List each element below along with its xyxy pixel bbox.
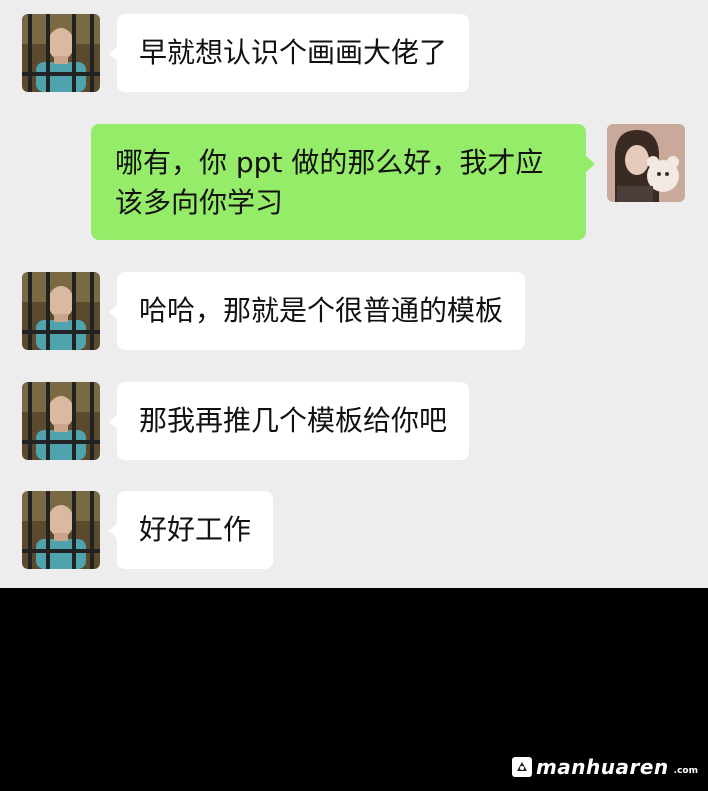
message-bubble-incoming[interactable]: 哈哈，那就是个很普通的模板	[117, 272, 526, 350]
prisoner-avatar[interactable]	[22, 382, 100, 460]
site-watermark: manhuaren .com	[511, 755, 698, 779]
message-bubble-outgoing[interactable]: 哪有，你 ppt 做的那么好，我才应该多向你学习	[91, 124, 586, 240]
message-text: 哪有，你 ppt 做的那么好，我才应该多向你学习	[115, 146, 544, 219]
prisoner-avatar[interactable]	[22, 14, 100, 92]
bubble-tail	[586, 156, 595, 172]
message-bubble-incoming[interactable]: 那我再推几个模板给你吧	[117, 382, 470, 460]
message-bubble-incoming[interactable]: 好好工作	[117, 491, 274, 569]
prisoner-avatar[interactable]	[22, 491, 100, 569]
girl-with-bear-avatar[interactable]	[607, 124, 685, 202]
message-bubble-incoming[interactable]: 早就想认识个画画大佬了	[117, 14, 470, 92]
message-text: 那我再推几个模板给你吧	[139, 404, 448, 437]
prisoner-avatar[interactable]	[22, 272, 100, 350]
message-text: 早就想认识个画画大佬了	[139, 36, 448, 69]
message-text: 好好工作	[139, 513, 252, 546]
message-text: 哈哈，那就是个很普通的模板	[139, 294, 504, 327]
watermark-logo-icon	[511, 757, 532, 777]
chat-area: 早就想认识个画画大佬了 哪有，你 ppt 做的那么好，我才应该多向你学习 哈哈，…	[0, 0, 708, 588]
watermark-domain: .com	[673, 766, 698, 776]
watermark-name: manhuaren	[535, 755, 669, 779]
